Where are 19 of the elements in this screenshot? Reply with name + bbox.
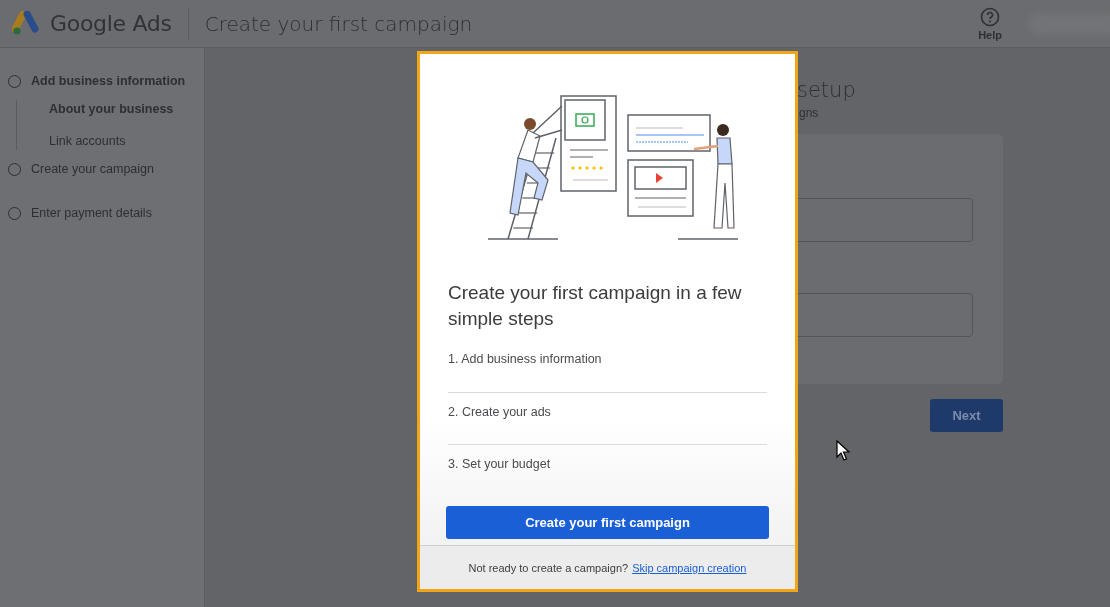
- sidebar-step[interactable]: Enter payment details: [0, 202, 204, 224]
- sidebar-step[interactable]: Add business information: [0, 70, 204, 92]
- sidebar-step[interactable]: Create your campaign: [0, 158, 204, 180]
- help-icon: [980, 6, 1001, 27]
- logo-icon: [12, 10, 40, 37]
- create-campaign-button[interactable]: Create your first campaign: [446, 506, 769, 539]
- skip-link[interactable]: Skip campaign creation: [632, 561, 747, 574]
- footer-text: Not ready to create a campaign?: [468, 561, 629, 574]
- dialog-step: 2. Create your ads: [448, 392, 767, 444]
- sidebar-substep[interactable]: Link accounts: [17, 134, 204, 148]
- page-title: Create your first campaign: [204, 11, 473, 36]
- logo-text: Google Ads: [50, 11, 172, 36]
- help-button[interactable]: Help: [978, 6, 1002, 41]
- mouse-cursor-icon: [836, 440, 850, 462]
- dialog-step: 1. Add business information: [448, 350, 767, 392]
- next-button[interactable]: Next: [930, 399, 1003, 432]
- dialog-title: Create your first campaign in a few simple steps: [448, 281, 743, 331]
- dialog-step: 3. Set your budget: [448, 444, 767, 496]
- sidebar-substep[interactable]: About your business: [17, 102, 204, 116]
